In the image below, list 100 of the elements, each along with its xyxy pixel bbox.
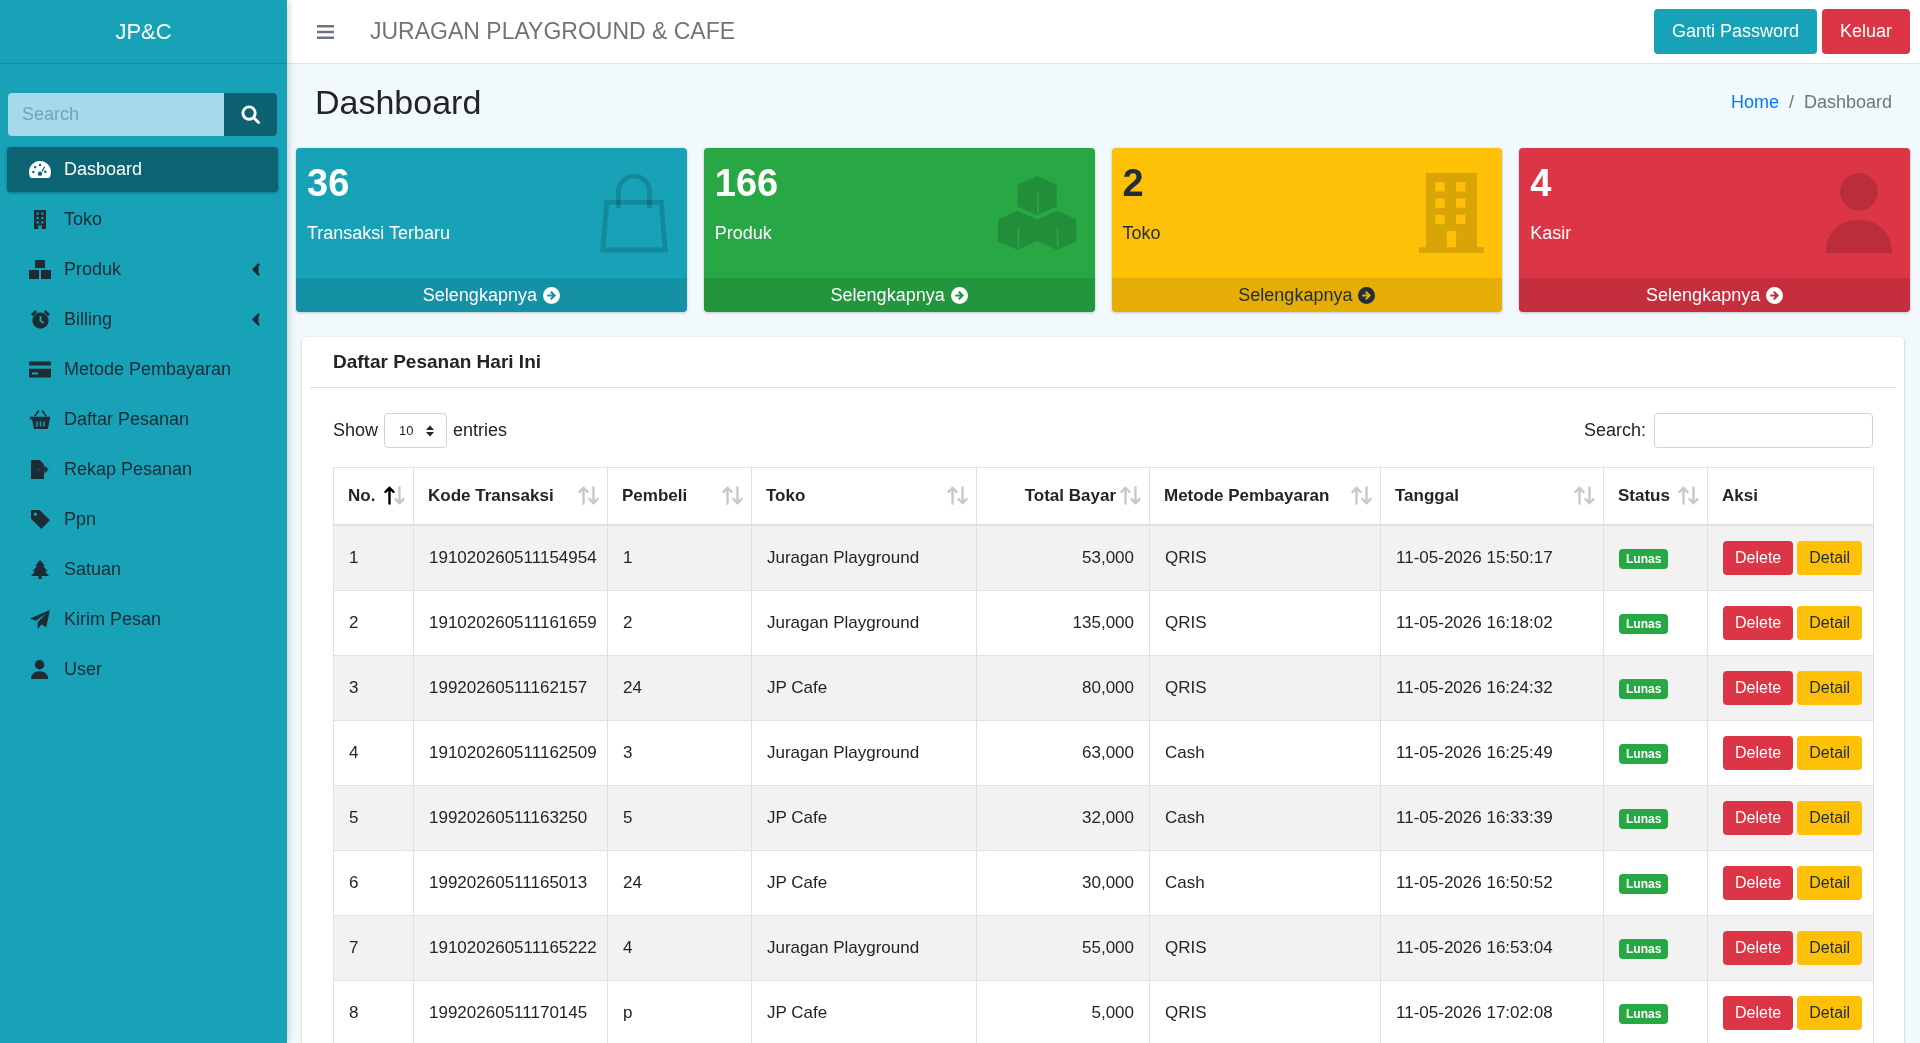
sidebar-item[interactable]: Dasboard: [7, 147, 278, 192]
table-cell: 5: [333, 785, 414, 851]
tree-icon: [30, 560, 50, 579]
table-cell: Juragan Playground: [751, 590, 977, 656]
sidebar-item[interactable]: User: [7, 647, 278, 692]
arrow-circle-right-icon: [1358, 286, 1376, 304]
detail-button[interactable]: Detail: [1797, 736, 1863, 770]
delete-button[interactable]: Delete: [1723, 996, 1794, 1030]
table-cell: 5: [607, 785, 752, 851]
sort-icon[interactable]: [384, 486, 405, 505]
table-cell: 19920260511162157: [413, 655, 608, 721]
table-cell: 1: [607, 525, 752, 591]
more-info-link[interactable]: Selengkapnya: [1519, 278, 1910, 312]
current-page-text: Dashboard: [1803, 91, 1892, 113]
sidebar-item[interactable]: Ppn: [7, 497, 278, 542]
sidebar-item[interactable]: Billing: [7, 297, 278, 342]
detail-button[interactable]: Detail: [1797, 866, 1863, 900]
sidebar-item[interactable]: Kirim Pesan: [7, 597, 278, 642]
sidebar-item[interactable]: Satuan: [7, 547, 278, 592]
detail-button[interactable]: Detail: [1797, 606, 1863, 640]
detail-button[interactable]: Detail: [1797, 671, 1863, 705]
table-cell: 32,000: [976, 785, 1150, 851]
sidebar-item[interactable]: Toko: [7, 197, 278, 242]
table-cell: 11-05-2026 16:18:02: [1380, 590, 1604, 656]
delete-button[interactable]: Delete: [1723, 931, 1794, 965]
table-cell: 11-05-2026 16:24:32: [1380, 655, 1604, 721]
entries-label: entries: [453, 420, 508, 441]
table-cell: 11-05-2026 16:25:49: [1380, 720, 1604, 786]
table-cell: 30,000: [976, 850, 1150, 916]
table-cell: 3: [607, 720, 752, 786]
sidebar-item[interactable]: Rekap Pesanan: [7, 447, 278, 492]
card-value: 4: [1530, 161, 1552, 206]
updown-caret-icon: [426, 424, 435, 437]
more-info-link[interactable]: Selengkapnya: [296, 278, 687, 312]
status-badge: Lunas: [1619, 938, 1669, 959]
table-cell: Juragan Playground: [751, 525, 977, 591]
table-cell: Juragan Playground: [751, 915, 977, 981]
brand-name: JP&C: [115, 18, 172, 45]
table-cell: 11-05-2026 16:33:39: [1380, 785, 1604, 851]
logout-button[interactable]: Keluar: [1821, 9, 1910, 54]
arrow-circle-right-icon: [950, 286, 968, 304]
table-cell: 2: [607, 590, 752, 656]
table-cell: 4: [607, 915, 752, 981]
table-cell: 80,000: [976, 655, 1150, 721]
shopping-bag-icon: [598, 173, 669, 253]
table-cell: 53,000: [976, 525, 1150, 591]
card-title: Daftar Pesanan Hari Ini: [333, 351, 542, 373]
table-cell: 4: [333, 720, 414, 786]
detail-button[interactable]: Detail: [1797, 801, 1863, 835]
table-cell: Cash: [1149, 850, 1381, 916]
cubes-icon: [998, 176, 1077, 250]
delete-button[interactable]: Delete: [1723, 541, 1794, 575]
table-cell: JP Cafe: [751, 655, 977, 721]
card-label: Kasir: [1530, 222, 1572, 244]
alarm-clock-icon: [30, 310, 50, 329]
credit-card-icon: [29, 360, 51, 379]
sidebar-item[interactable]: Metode Pembayaran: [7, 347, 278, 392]
card-value: 166: [714, 161, 779, 206]
more-info-link[interactable]: Selengkapnya: [1111, 278, 1503, 312]
sidebar-item[interactable]: Produk: [7, 247, 278, 292]
table-cell: 135,000: [976, 590, 1150, 656]
menu-icon[interactable]: [317, 24, 334, 39]
table-cell: 24: [607, 655, 752, 721]
search-field[interactable]: Search: [8, 93, 224, 136]
change-password-button[interactable]: Ganti Password: [1653, 9, 1817, 54]
table-cell: JP Cafe: [751, 785, 977, 851]
table-cell: Cash: [1149, 785, 1381, 851]
page-title: Dashboard: [315, 82, 482, 122]
table-cell: 3: [333, 655, 414, 721]
arrow-circle-right-icon: [1766, 286, 1784, 304]
table-cell: 19920260511163250: [413, 785, 608, 851]
card-label: Toko: [1122, 222, 1161, 244]
status-badge: Lunas: [1619, 873, 1669, 894]
delete-button[interactable]: Delete: [1723, 671, 1794, 705]
sidebar-item[interactable]: Daftar Pesanan: [7, 397, 278, 442]
table-cell: Cash: [1149, 720, 1381, 786]
building-icon: [1419, 173, 1485, 253]
delete-button[interactable]: Delete: [1723, 866, 1794, 900]
delete-button[interactable]: Delete: [1723, 736, 1794, 770]
detail-button[interactable]: Detail: [1797, 541, 1863, 575]
status-badge: Lunas: [1619, 808, 1669, 829]
table-cell: 8: [333, 980, 414, 1043]
search-label: Search:: [1583, 420, 1646, 441]
search-button[interactable]: [224, 93, 277, 136]
arrow-circle-right-icon: [542, 286, 560, 304]
detail-button[interactable]: Detail: [1797, 996, 1863, 1030]
table-cell: 191020260511162509: [413, 720, 608, 786]
delete-button[interactable]: Delete: [1723, 606, 1794, 640]
user-icon: [1826, 173, 1892, 253]
search-field[interactable]: [1654, 413, 1873, 448]
table-cell: 63,000: [976, 720, 1150, 786]
entries-select[interactable]: 10: [384, 413, 448, 448]
building-icon: [33, 210, 47, 229]
home-link[interactable]: Home: [1730, 91, 1779, 113]
card-value: 2: [1122, 161, 1144, 206]
detail-button[interactable]: Detail: [1797, 931, 1863, 965]
more-info-link[interactable]: Selengkapnya: [703, 278, 1095, 312]
delete-button[interactable]: Delete: [1723, 801, 1794, 835]
file-arrow-icon: [31, 460, 49, 479]
cubes-icon: [29, 260, 51, 279]
